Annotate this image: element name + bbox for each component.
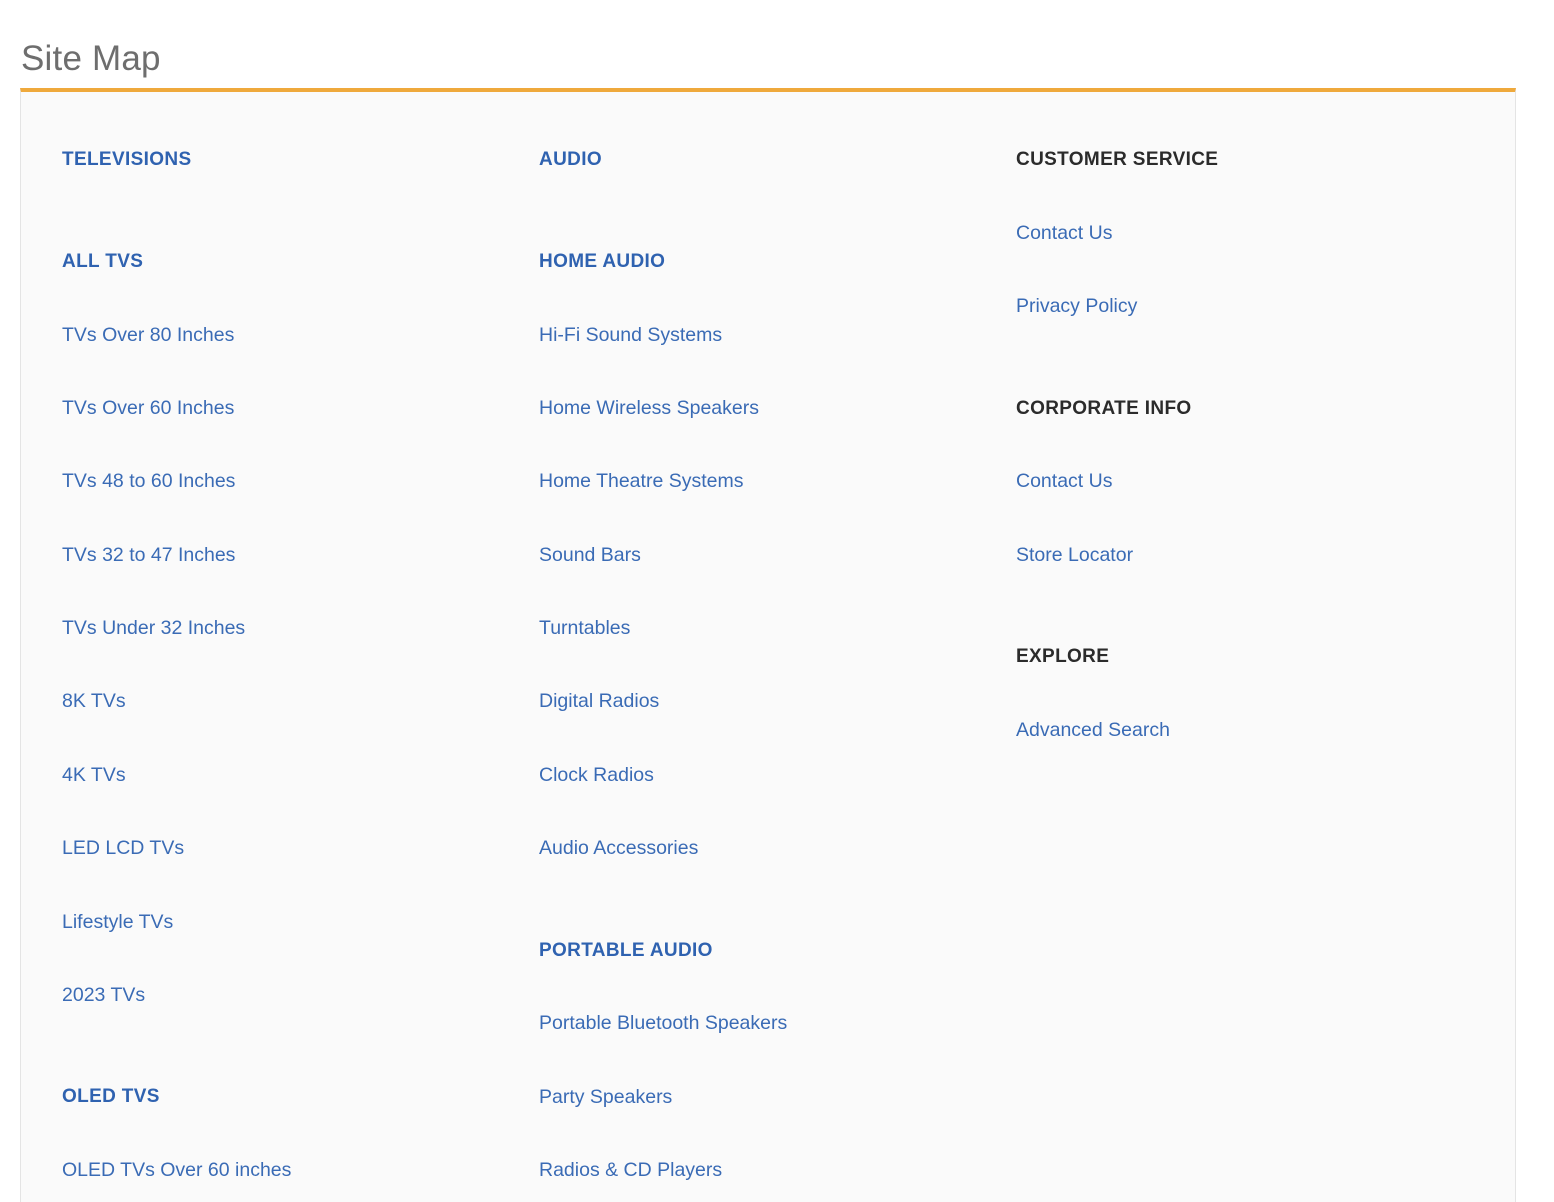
- sitemap-link[interactable]: 4K TVs: [62, 714, 502, 787]
- sitemap-link[interactable]: TVs Under 32 Inches: [62, 567, 502, 640]
- sitemap-link[interactable]: Clock Radios: [539, 714, 979, 787]
- sitemap-link[interactable]: 8K TVs: [62, 640, 502, 713]
- service-column: CUSTOMER SERVICE Contact Us Privacy Policy…: [1016, 92, 1456, 742]
- sitemap-link[interactable]: TVs 48 to 60 Inches: [62, 420, 502, 493]
- sitemap-link-list: Contact Us Privacy Policy: [1016, 172, 1456, 319]
- sitemap-link[interactable]: Lifestyle TVs: [62, 861, 502, 934]
- list-item: OLED TVs Under 48 Inches: [62, 1183, 502, 1202]
- sitemap-link[interactable]: OLED TVs Over 60 inches: [62, 1109, 502, 1182]
- sitemap-link[interactable]: Advanced Search: [1016, 669, 1456, 742]
- list-item: Audio Accessories: [539, 787, 979, 860]
- sitemap-link[interactable]: TVs Over 60 Inches: [62, 347, 502, 420]
- sitemap-section: OLED TVSOLED TVs Over 60 inchesOLED TVs …: [62, 1007, 502, 1202]
- list-item: Party Speakers: [539, 1036, 979, 1109]
- list-item: Store Locator: [1016, 494, 1456, 567]
- section-heading: OLED TVS: [62, 1086, 160, 1108]
- sitemap-section: PORTABLE AUDIO Portable Bluetooth Speaker…: [539, 861, 979, 1202]
- list-item: LED LCD TVs: [62, 787, 502, 860]
- list-item: TVs 32 to 47 Inches: [62, 494, 502, 567]
- sitemap-card: TELEVISIONS ALL TVS TVs Over 80 Inches TVs …: [20, 88, 1516, 1202]
- sitemap-link[interactable]: Sound Bars: [539, 494, 979, 567]
- section-heading: AUDIO: [539, 149, 602, 170]
- list-item: Turntables: [539, 567, 979, 640]
- page-title: Site Map: [21, 39, 161, 79]
- sitemap-link[interactable]: Radios & CD Players: [539, 1109, 979, 1182]
- sitemap-link[interactable]: LED LCD TVs: [62, 787, 502, 860]
- sitemap-section: ALL TVS TVs Over 80 Inches TVs Over 60 Inc…: [62, 172, 502, 1008]
- list-item: Contact Us: [1016, 420, 1456, 493]
- sitemap-link[interactable]: OLED TVs Under 48 Inches: [62, 1183, 502, 1202]
- list-item: Home Theatre Systems: [539, 420, 979, 493]
- list-item: TVs Over 80 Inches: [62, 274, 502, 347]
- list-item: TVs Under 32 Inches: [62, 567, 502, 640]
- sitemap-link[interactable]: Home Theatre Systems: [539, 420, 979, 493]
- sitemap-link[interactable]: MP3 Players: [539, 1183, 979, 1202]
- section-heading: CORPORATE INFO: [1016, 397, 1192, 419]
- sitemap-section: EXPLORE Advanced Search: [1016, 567, 1456, 742]
- list-item: Lifestyle TVs: [62, 861, 502, 934]
- sitemap-link[interactable]: 2023 TVs: [62, 934, 502, 1007]
- list-item: Home Wireless Speakers: [539, 347, 979, 420]
- sitemap-link-list: Hi-Fi Sound Systems Home Wireless Speaker…: [539, 274, 979, 861]
- list-item: TVs 48 to 60 Inches: [62, 420, 502, 493]
- list-item: Hi-Fi Sound Systems: [539, 274, 979, 347]
- sitemap-link-list: Contact Us Store Locator: [1016, 420, 1456, 567]
- list-item: MP3 Players: [539, 1183, 979, 1202]
- list-item: OLED TVs Over 60 inches: [62, 1109, 502, 1182]
- section-heading: ALL TVS: [62, 250, 144, 272]
- sitemap-link-list: Advanced Search: [1016, 669, 1456, 742]
- sitemap-page: Site Map TELEVISIONS ALL TVS TVs Over 80 I…: [0, 0, 1554, 1202]
- section-heading: TELEVISIONS: [62, 149, 192, 170]
- sitemap-link[interactable]: Portable Bluetooth Speakers: [539, 962, 979, 1035]
- list-item: Contact Us: [1016, 172, 1456, 245]
- list-item: Privacy Policy: [1016, 245, 1456, 318]
- sitemap-link-list: TVs Over 80 Inches TVs Over 60 Inches TVs …: [62, 274, 502, 1008]
- sitemap-section: AUDIO: [539, 92, 979, 172]
- sitemap-link[interactable]: Audio Accessories: [539, 787, 979, 860]
- sitemap-link[interactable]: Turntables: [539, 567, 979, 640]
- sitemap-link[interactable]: TVs Over 80 Inches: [62, 274, 502, 347]
- list-item: Advanced Search: [1016, 669, 1456, 742]
- sitemap-section: HOME AUDIO Hi-Fi Sound Systems Home Wirele…: [539, 172, 979, 861]
- section-heading: CUSTOMER SERVICE: [1016, 149, 1219, 170]
- list-item: Portable Bluetooth Speakers: [539, 962, 979, 1035]
- list-item: 8K TVs: [62, 640, 502, 713]
- sitemap-columns: TELEVISIONS ALL TVS TVs Over 80 Inches TVs …: [21, 92, 1515, 1202]
- sitemap-link[interactable]: Privacy Policy: [1016, 245, 1456, 318]
- sitemap-link[interactable]: Contact Us: [1016, 420, 1456, 493]
- sitemap-link[interactable]: Party Speakers: [539, 1036, 979, 1109]
- sitemap-link[interactable]: Hi-Fi Sound Systems: [539, 274, 979, 347]
- sitemap-link-list: Portable Bluetooth Speakers Party Speaker…: [539, 962, 979, 1202]
- sitemap-link[interactable]: Store Locator: [1016, 494, 1456, 567]
- sitemap-link-list: OLED TVs Over 60 inchesOLED TVs Under 48…: [62, 1109, 502, 1202]
- sitemap-link[interactable]: Contact Us: [1016, 172, 1456, 245]
- section-heading: HOME AUDIO: [539, 250, 666, 272]
- list-item: Clock Radios: [539, 714, 979, 787]
- sitemap-link[interactable]: Home Wireless Speakers: [539, 347, 979, 420]
- section-heading: PORTABLE AUDIO: [539, 939, 713, 961]
- section-heading: EXPLORE: [1016, 646, 1110, 668]
- sitemap-section: CUSTOMER SERVICE Contact Us Privacy Policy: [1016, 92, 1456, 319]
- sitemap-link[interactable]: TVs 32 to 47 Inches: [62, 494, 502, 567]
- audio-column: AUDIO HOME AUDIO Hi-Fi Sound Systems Home W…: [539, 92, 979, 1202]
- list-item: TVs Over 60 Inches: [62, 347, 502, 420]
- sitemap-section: CORPORATE INFO Contact Us Store Locator: [1016, 319, 1456, 568]
- list-item: Radios & CD Players: [539, 1109, 979, 1182]
- televisions-column: TELEVISIONS ALL TVS TVs Over 80 Inches TVs …: [62, 92, 502, 1202]
- list-item: 4K TVs: [62, 714, 502, 787]
- list-item: Digital Radios: [539, 640, 979, 713]
- list-item: 2023 TVs: [62, 934, 502, 1007]
- sitemap-link[interactable]: Digital Radios: [539, 640, 979, 713]
- sitemap-section: TELEVISIONS: [62, 92, 502, 172]
- list-item: Sound Bars: [539, 494, 979, 567]
